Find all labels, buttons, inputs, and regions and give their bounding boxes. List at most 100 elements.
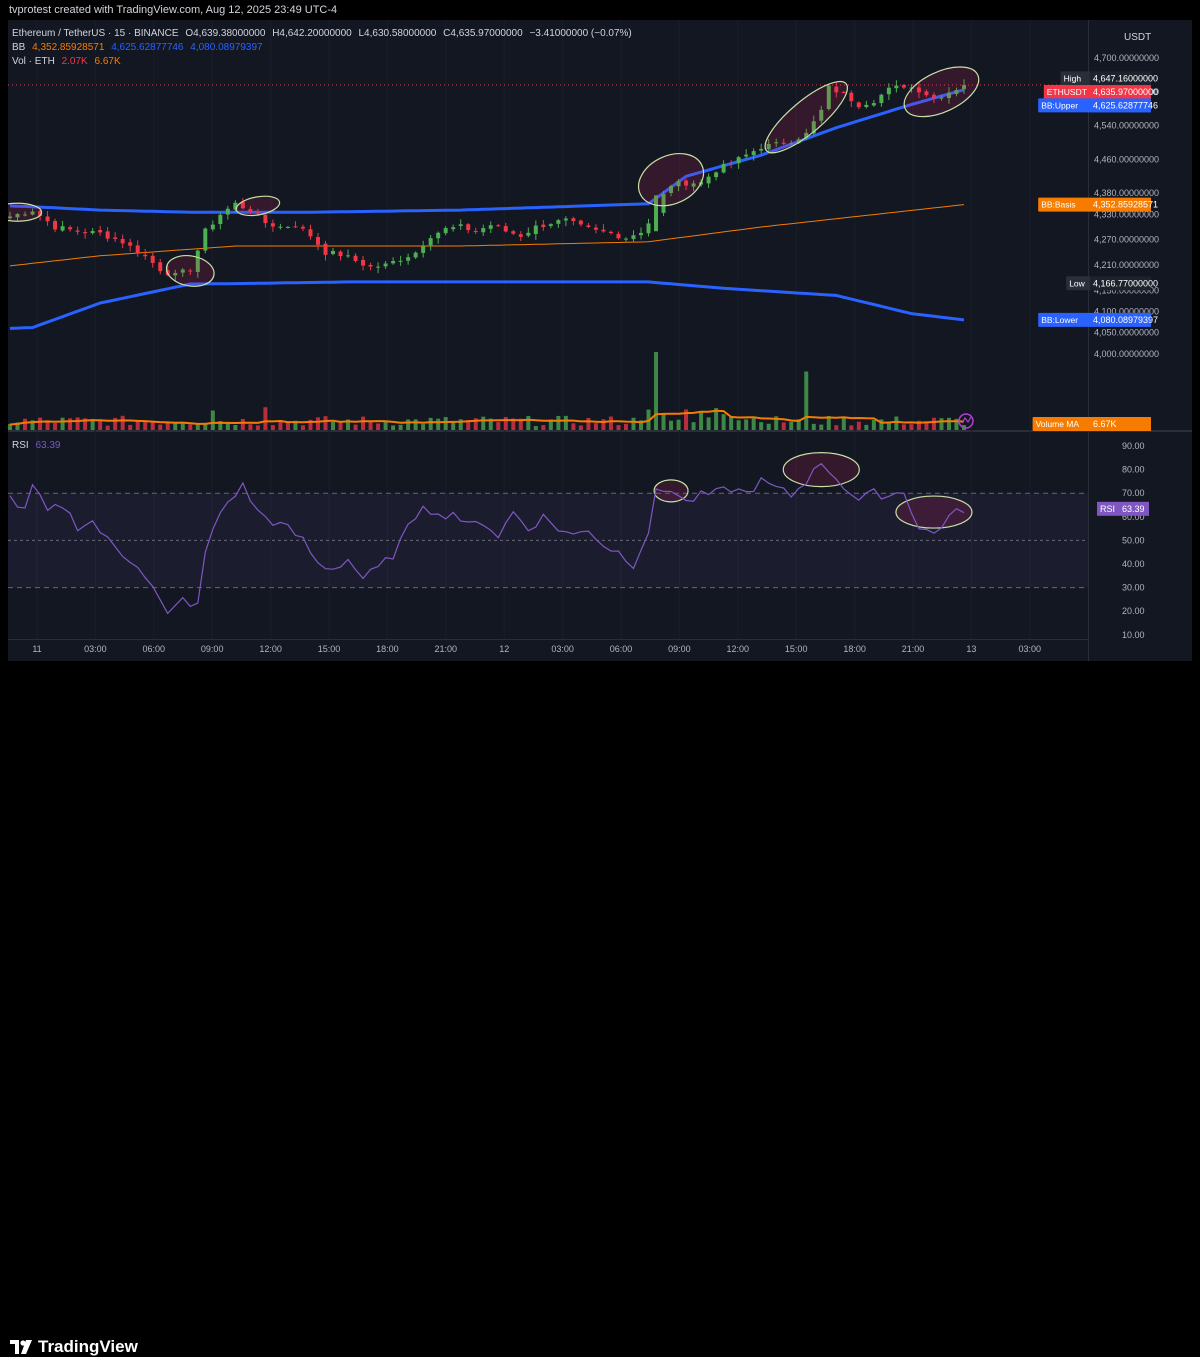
price-tick-label[interactable]: 4,270.00000000	[1094, 235, 1159, 245]
price-axis-border	[1088, 20, 1089, 661]
price-tick-label[interactable]: 4,000.00000000	[1094, 349, 1159, 359]
bollinger-bands	[8, 84, 1088, 330]
price-tick-label[interactable]: 4,380.00000000	[1094, 188, 1159, 198]
time-tick-label[interactable]: 06:00	[143, 644, 166, 654]
volume-bar	[744, 419, 749, 430]
time-tick-label[interactable]: 18:00	[376, 644, 399, 654]
volume-bar	[428, 417, 433, 430]
candle-body	[210, 224, 215, 230]
candle-body	[608, 231, 613, 234]
candle-body	[270, 223, 275, 227]
price-tick-label[interactable]: 4,210.00000000	[1094, 260, 1159, 270]
volume-bar	[53, 423, 58, 430]
rsi-tick-label[interactable]: 50.00	[1122, 535, 1145, 545]
time-tick-label[interactable]: 15:00	[318, 644, 341, 654]
time-tick-label[interactable]: 03:00	[551, 644, 574, 654]
candle-body	[368, 265, 373, 267]
tradingview-logo[interactable]: TradingView	[10, 1337, 138, 1357]
time-tick-label[interactable]: 21:00	[902, 644, 925, 654]
ohlc-low: L4,630.58000000	[358, 28, 437, 39]
candle-body	[533, 225, 538, 235]
volume-bar	[533, 426, 538, 430]
rsi-tick-label[interactable]: 20.00	[1122, 606, 1145, 616]
price-tick-label[interactable]: 4,050.00000000	[1094, 328, 1159, 338]
time-tick-label[interactable]: 11	[32, 644, 41, 654]
rsi-current-value: 63.39	[1122, 504, 1145, 514]
volume-bar	[285, 422, 290, 430]
pane-separator	[8, 430, 1192, 432]
rsi-tick-label[interactable]: 90.00	[1122, 441, 1145, 451]
volume-bar	[263, 407, 268, 430]
price-tick-label[interactable]: 4,460.00000000	[1094, 154, 1159, 164]
volume-bar	[413, 419, 418, 430]
time-tick-label[interactable]: 03:00	[1019, 644, 1042, 654]
time-tick-label[interactable]: 06:00	[610, 644, 633, 654]
chart-canvas[interactable]: 4,700.000000004,620.000000004,540.000000…	[0, 20, 1192, 661]
time-tick-label[interactable]: 21:00	[435, 644, 458, 654]
price-tick-label[interactable]: 4,540.00000000	[1094, 121, 1159, 131]
rsi-tick-label[interactable]: 30.00	[1122, 583, 1145, 593]
candle-body	[135, 245, 140, 254]
price-tick-label[interactable]: 4,700.00000000	[1094, 53, 1159, 63]
volume-bar	[300, 425, 305, 430]
candle-body	[105, 231, 110, 239]
ohlc-open: O4,639.38000000	[185, 28, 266, 39]
candle-body	[113, 237, 118, 239]
candle-body	[751, 151, 756, 156]
time-tick-label[interactable]: 09:00	[668, 644, 691, 654]
volume-bar	[481, 416, 486, 430]
volume-bar	[864, 424, 869, 430]
time-axis[interactable]: 11 03:00 06:00 09:00 12:00 15:00 18:00 21:00 12 0…	[32, 644, 1041, 654]
bb-basis-value: 4,352.85928571	[32, 42, 105, 53]
price-label-name: Low	[1069, 278, 1085, 288]
candle-body	[481, 228, 486, 233]
bb-upper-value: 4,625.62877746	[111, 42, 184, 53]
rsi-tick-label[interactable]: 10.00	[1122, 630, 1145, 640]
bb-legend[interactable]: BB 4,352.85928571 4,625.62877746 4,080.0…	[12, 42, 267, 53]
candle-body	[706, 176, 711, 184]
volume-legend[interactable]: Vol · ETH 2.07K 6.67K	[12, 56, 125, 67]
rsi-tick-label[interactable]: 70.00	[1122, 488, 1145, 498]
rsi-legend[interactable]: RSI 63.39	[12, 440, 64, 451]
volume-bar	[593, 423, 598, 430]
rsi-annotation-ellipse[interactable]	[782, 452, 860, 488]
candle-body	[376, 266, 381, 268]
annotation-ellipse[interactable]	[897, 57, 986, 127]
price-label-name: BB:Upper	[1041, 100, 1078, 110]
currency-label[interactable]: USDT	[1124, 32, 1151, 43]
candle-body	[406, 257, 411, 261]
bb-lower-line	[9, 280, 965, 330]
volume-bar	[421, 424, 426, 430]
candle-body	[714, 172, 719, 178]
volume-bar	[894, 416, 899, 430]
time-tick-label[interactable]: 13	[966, 644, 976, 654]
time-tick-label[interactable]: 03:00	[84, 644, 107, 654]
candle-body	[413, 252, 418, 258]
volume-bar	[188, 424, 193, 430]
annotation-ellipse[interactable]	[756, 71, 856, 162]
time-tick-label[interactable]: 15:00	[785, 644, 808, 654]
volume-bar	[376, 423, 381, 430]
candle-body	[323, 243, 328, 255]
time-tick-label[interactable]: 12	[499, 644, 509, 654]
time-tick-label[interactable]: 09:00	[201, 644, 224, 654]
volume-label: Vol · ETH	[12, 56, 55, 67]
candle-body	[458, 224, 463, 226]
rsi-tick-label[interactable]: 80.00	[1122, 465, 1145, 475]
annotation-ellipse[interactable]	[235, 193, 281, 218]
time-tick-label[interactable]: 12:00	[727, 644, 750, 654]
time-tick-label[interactable]: 18:00	[843, 644, 866, 654]
volume-value: 2.07K	[61, 56, 88, 67]
symbol-legend[interactable]: Ethereum / TetherUS · 15 · BINANCE O4,63…	[12, 28, 636, 39]
chart-frame[interactable]: 4,700.000000004,620.000000004,540.000000…	[0, 20, 1192, 661]
candle-body	[526, 232, 531, 236]
volume-bar	[871, 420, 876, 430]
time-tick-label[interactable]: 12:00	[259, 644, 282, 654]
volume-bar	[841, 417, 846, 430]
rsi-axis[interactable]: 90.0080.0070.0060.0050.0040.0030.0020.00…	[1097, 441, 1149, 640]
candle-body	[623, 238, 628, 240]
candle-body	[729, 163, 734, 165]
volume-bar	[255, 425, 260, 430]
rsi-tick-label[interactable]: 40.00	[1122, 559, 1145, 569]
candle-body	[68, 227, 73, 230]
